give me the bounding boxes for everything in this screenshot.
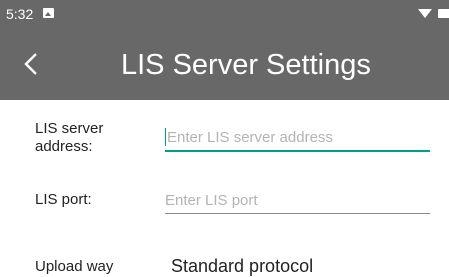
server-address-row: LIS server address: [0, 118, 449, 160]
port-label: LIS port: [35, 191, 92, 208]
server-address-input[interactable] [167, 127, 430, 147]
server-address-underline [165, 150, 430, 152]
battery-icon [438, 9, 449, 18]
page-title: LIS Server Settings [121, 49, 371, 81]
status-bar: 5:32 [0, 0, 449, 28]
back-button[interactable] [12, 42, 52, 86]
upload-way-label: Upload way [35, 258, 114, 275]
port-input[interactable] [165, 190, 430, 210]
image-notification-icon [43, 8, 54, 18]
status-time: 5:32 [6, 6, 34, 22]
upload-way-row: Upload way Standard protocol [0, 252, 449, 277]
wifi-icon [418, 9, 432, 18]
chevron-left-icon [24, 53, 37, 75]
upload-way-value[interactable]: Standard protocol [171, 255, 313, 277]
server-address-label: LIS server address: [35, 120, 104, 155]
app-bar: LIS Server Settings [0, 28, 449, 100]
port-underline [165, 213, 430, 214]
port-row: LIS port: [0, 186, 449, 218]
text-cursor [165, 128, 166, 146]
